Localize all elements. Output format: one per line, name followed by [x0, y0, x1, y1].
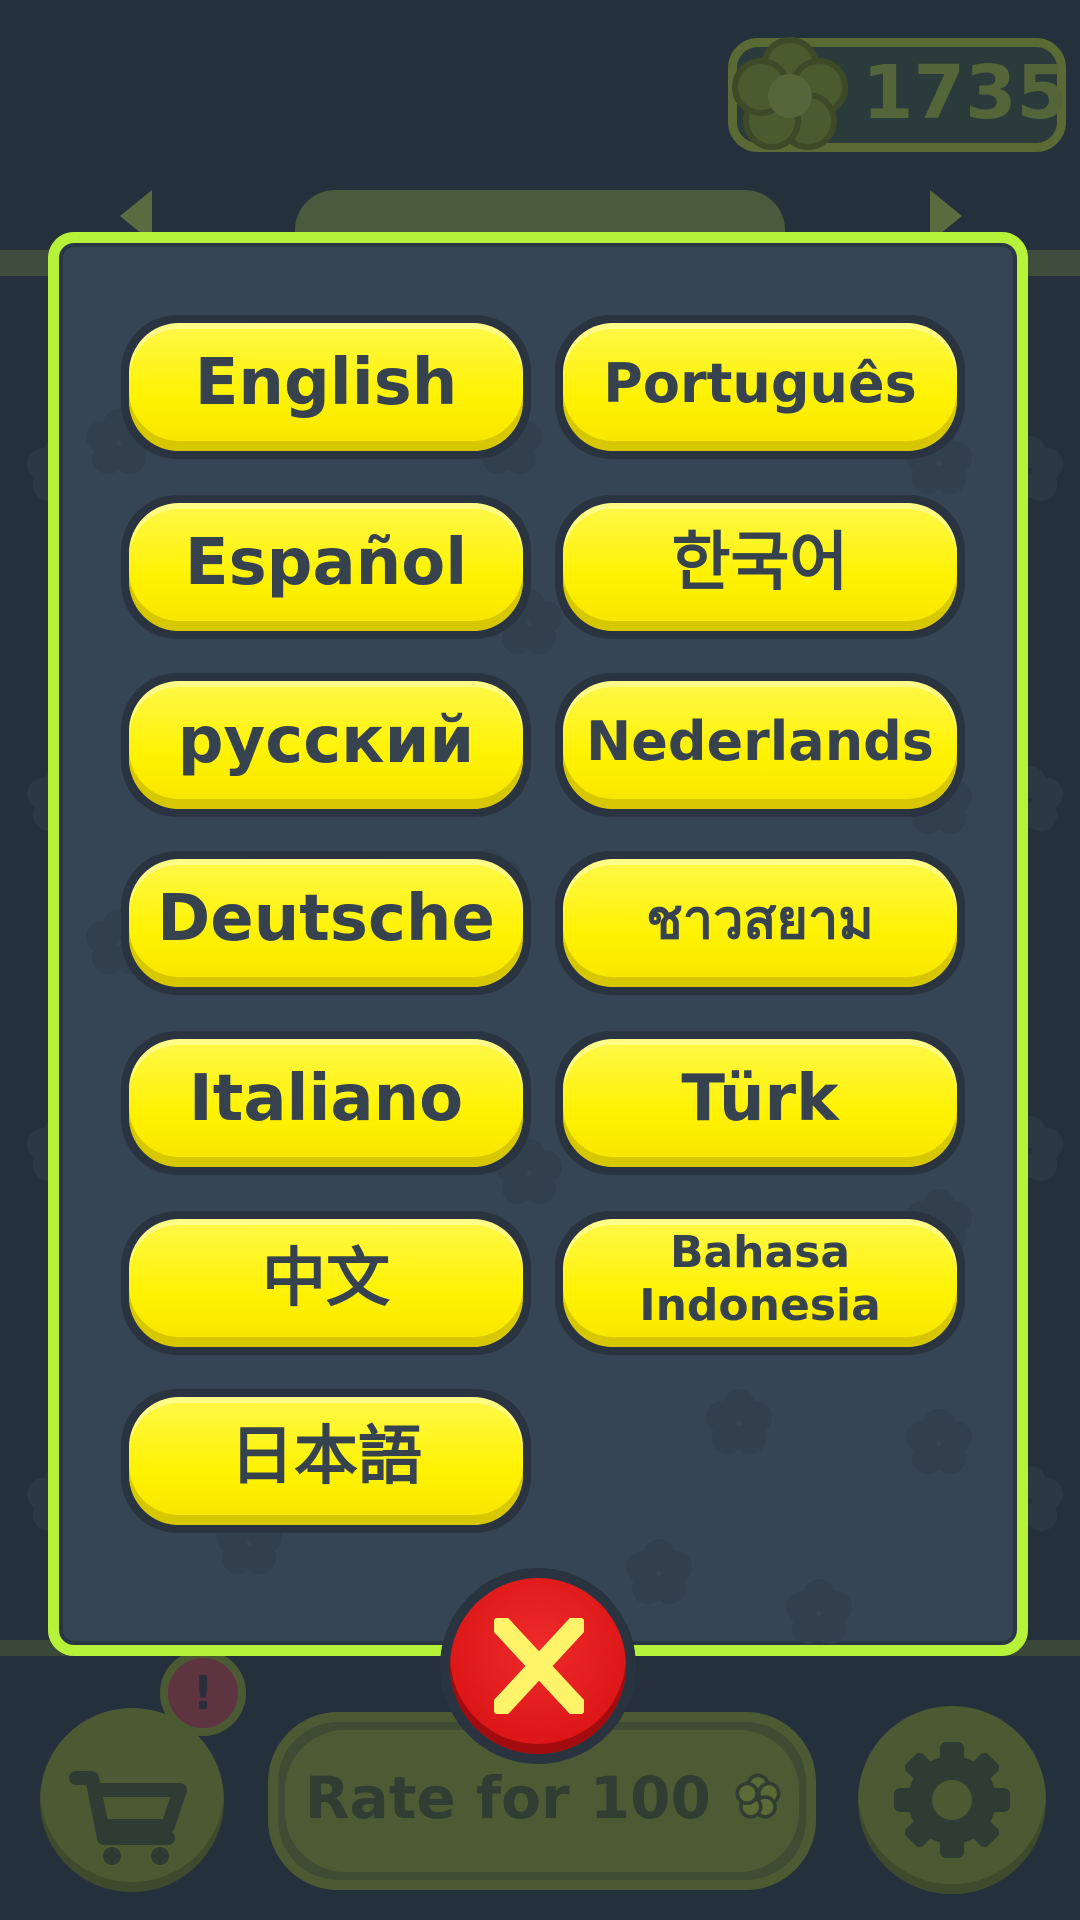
- flower-coin-icon: [732, 37, 848, 150]
- language-label: Bahasa Indonesia: [639, 1227, 881, 1331]
- language-button-espanol[interactable]: Español: [121, 495, 531, 639]
- language-label: Türk: [681, 1062, 839, 1137]
- language-button-russian[interactable]: русский: [121, 673, 531, 817]
- language-label: 한국어: [671, 526, 849, 601]
- language-label: English: [194, 346, 458, 421]
- language-button-italiano[interactable]: Italiano: [121, 1031, 531, 1175]
- rate-label-text: Rate for 100: [304, 1764, 711, 1832]
- language-label: Nederlands: [586, 709, 934, 773]
- close-button[interactable]: [440, 1568, 636, 1764]
- language-button-turk[interactable]: Türk: [555, 1031, 965, 1175]
- language-label: Italiano: [188, 1062, 464, 1137]
- language-label: Español: [184, 526, 468, 601]
- language-button-korean[interactable]: 한국어: [555, 495, 965, 639]
- language-button-bahasa-indonesia[interactable]: Bahasa Indonesia: [555, 1211, 965, 1355]
- close-button-face: [450, 1578, 626, 1754]
- language-label: Deutsche: [157, 882, 495, 957]
- language-dialog: English Português Español 한국어 русский Ne…: [48, 232, 1028, 1656]
- flower-coin-icon: [735, 1773, 781, 1819]
- coin-count: 1735: [862, 50, 1068, 136]
- language-button-deutsche[interactable]: Deutsche: [121, 851, 531, 995]
- language-button-nederlands[interactable]: Nederlands: [555, 673, 965, 817]
- close-icon: [494, 1618, 584, 1714]
- language-label: 中文: [262, 1242, 390, 1317]
- language-button-japanese[interactable]: 日本語: [121, 1389, 531, 1533]
- language-button-english[interactable]: English: [121, 315, 531, 459]
- settings-button[interactable]: [858, 1706, 1046, 1894]
- shop-alert-badge: !: [160, 1650, 246, 1736]
- language-button-thai[interactable]: ชาวสยาม: [555, 851, 965, 995]
- language-label: Português: [603, 351, 917, 415]
- language-label: 日本語: [230, 1420, 422, 1495]
- language-label: русский: [177, 704, 475, 779]
- language-button-chinese[interactable]: 中文: [121, 1211, 531, 1355]
- language-label: ชาวสยาม: [646, 887, 874, 951]
- gear-icon: [894, 1742, 1010, 1858]
- language-button-portugues[interactable]: Português: [555, 315, 965, 459]
